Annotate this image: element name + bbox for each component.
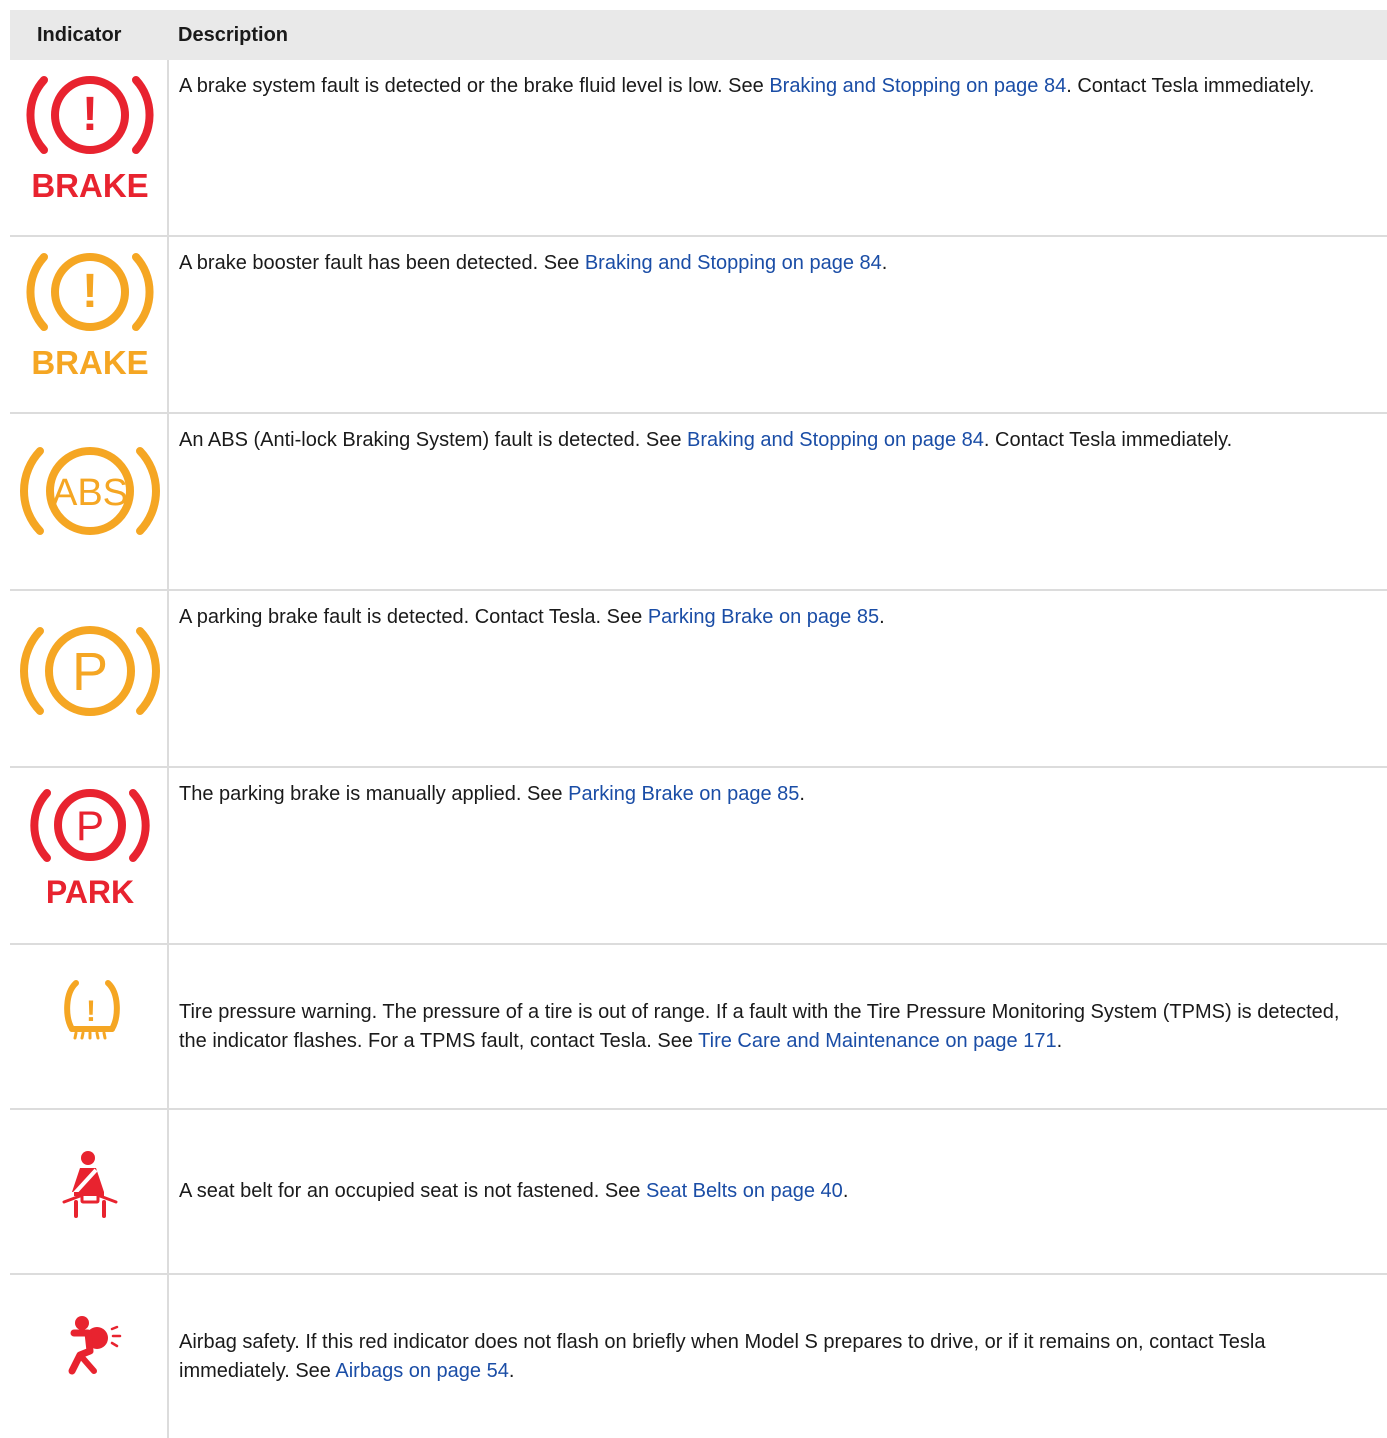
brake-red-icon-label: BRAKE bbox=[31, 167, 148, 204]
description-cell: A seat belt for an occupied seat is not … bbox=[168, 1109, 1387, 1275]
brake-amber-icon: ! BRAKE bbox=[26, 253, 154, 381]
seat-belt-icon bbox=[62, 1151, 118, 1218]
tire-care-link[interactable]: Tire Care and Maintenance on page 171 bbox=[698, 1030, 1056, 1052]
table-row: P PARK The parking brake is manually app… bbox=[10, 767, 1387, 945]
description-cell: An ABS (Anti-lock Braking System) fault … bbox=[168, 413, 1387, 591]
tire-pressure-icon-label: ! bbox=[86, 995, 96, 1028]
indicator-cell: ! BRAKE bbox=[10, 60, 169, 237]
description-cell: A parking brake fault is detected. Conta… bbox=[168, 590, 1387, 768]
column-header-description: Description bbox=[168, 10, 1387, 60]
svg-text:!: ! bbox=[82, 88, 98, 141]
braking-and-stopping-link[interactable]: Braking and Stopping on page 84 bbox=[585, 252, 882, 274]
parking-brake-link[interactable]: Parking Brake on page 85 bbox=[568, 783, 799, 805]
table-row: A seat belt for an occupied seat is not … bbox=[10, 1109, 1387, 1275]
parking-brake-fault-icon: P bbox=[20, 626, 160, 716]
svg-text:!: ! bbox=[82, 265, 98, 318]
airbag-icon bbox=[68, 1316, 122, 1375]
parking-brake-applied-icon-label: P bbox=[76, 802, 104, 849]
parking-brake-link[interactable]: Parking Brake on page 85 bbox=[648, 606, 879, 628]
indicator-cell: ! bbox=[10, 944, 169, 1110]
description-cell: The parking brake is manually applied. S… bbox=[168, 767, 1387, 945]
brake-amber-icon-label: BRAKE bbox=[31, 344, 148, 381]
description-cell: Tire pressure warning. The pressure of a… bbox=[168, 944, 1387, 1110]
braking-and-stopping-link[interactable]: Braking and Stopping on page 84 bbox=[687, 429, 984, 451]
table-row: ! Tire pressure warning. The pressure of… bbox=[10, 944, 1387, 1110]
table-header-row: Indicator Description bbox=[10, 10, 1387, 60]
tire-pressure-icon: ! bbox=[64, 980, 120, 1040]
parking-brake-applied-icon-sublabel: PARK bbox=[46, 874, 134, 910]
table-row: ABS An ABS (Anti-lock Braking System) fa… bbox=[10, 413, 1387, 591]
description-cell: Airbag safety. If this red indicator doe… bbox=[179, 1330, 1266, 1382]
indicator-cell: P PARK bbox=[10, 767, 169, 945]
seat-belts-link[interactable]: Seat Belts on page 40 bbox=[646, 1180, 843, 1202]
airbags-link[interactable]: Airbags on page 54 bbox=[335, 1360, 508, 1382]
parking-brake-applied-icon: P PARK bbox=[30, 789, 150, 910]
brake-red-icon: ! BRAKE bbox=[26, 76, 154, 204]
indicator-table: Indicator Description ! BRAKE A brake sy… bbox=[10, 10, 1387, 1438]
parking-brake-fault-icon-label: P bbox=[72, 642, 108, 702]
indicator-cell: ABS bbox=[10, 413, 169, 591]
abs-icon: ABS bbox=[20, 447, 160, 535]
column-header-indicator: Indicator bbox=[10, 10, 168, 60]
abs-icon-label: ABS bbox=[52, 472, 128, 514]
braking-and-stopping-link[interactable]: Braking and Stopping on page 84 bbox=[769, 75, 1066, 97]
description-cell: A brake booster fault has been detected.… bbox=[168, 236, 1387, 414]
table-row: ! BRAKE A brake booster fault has been d… bbox=[10, 236, 1387, 414]
table-row: Airbag safety. If this red indicator doe… bbox=[10, 1274, 1387, 1438]
table-row: P A parking brake fault is detected. Con… bbox=[10, 590, 1387, 768]
description-cell: A brake system fault is detected or the … bbox=[168, 60, 1387, 237]
indicator-cell bbox=[10, 1274, 169, 1438]
indicator-cell bbox=[10, 1109, 169, 1275]
table-row: ! BRAKE A brake system fault is detected… bbox=[10, 60, 1387, 237]
indicator-cell: ! BRAKE bbox=[10, 236, 169, 414]
indicator-cell: P bbox=[10, 590, 169, 768]
